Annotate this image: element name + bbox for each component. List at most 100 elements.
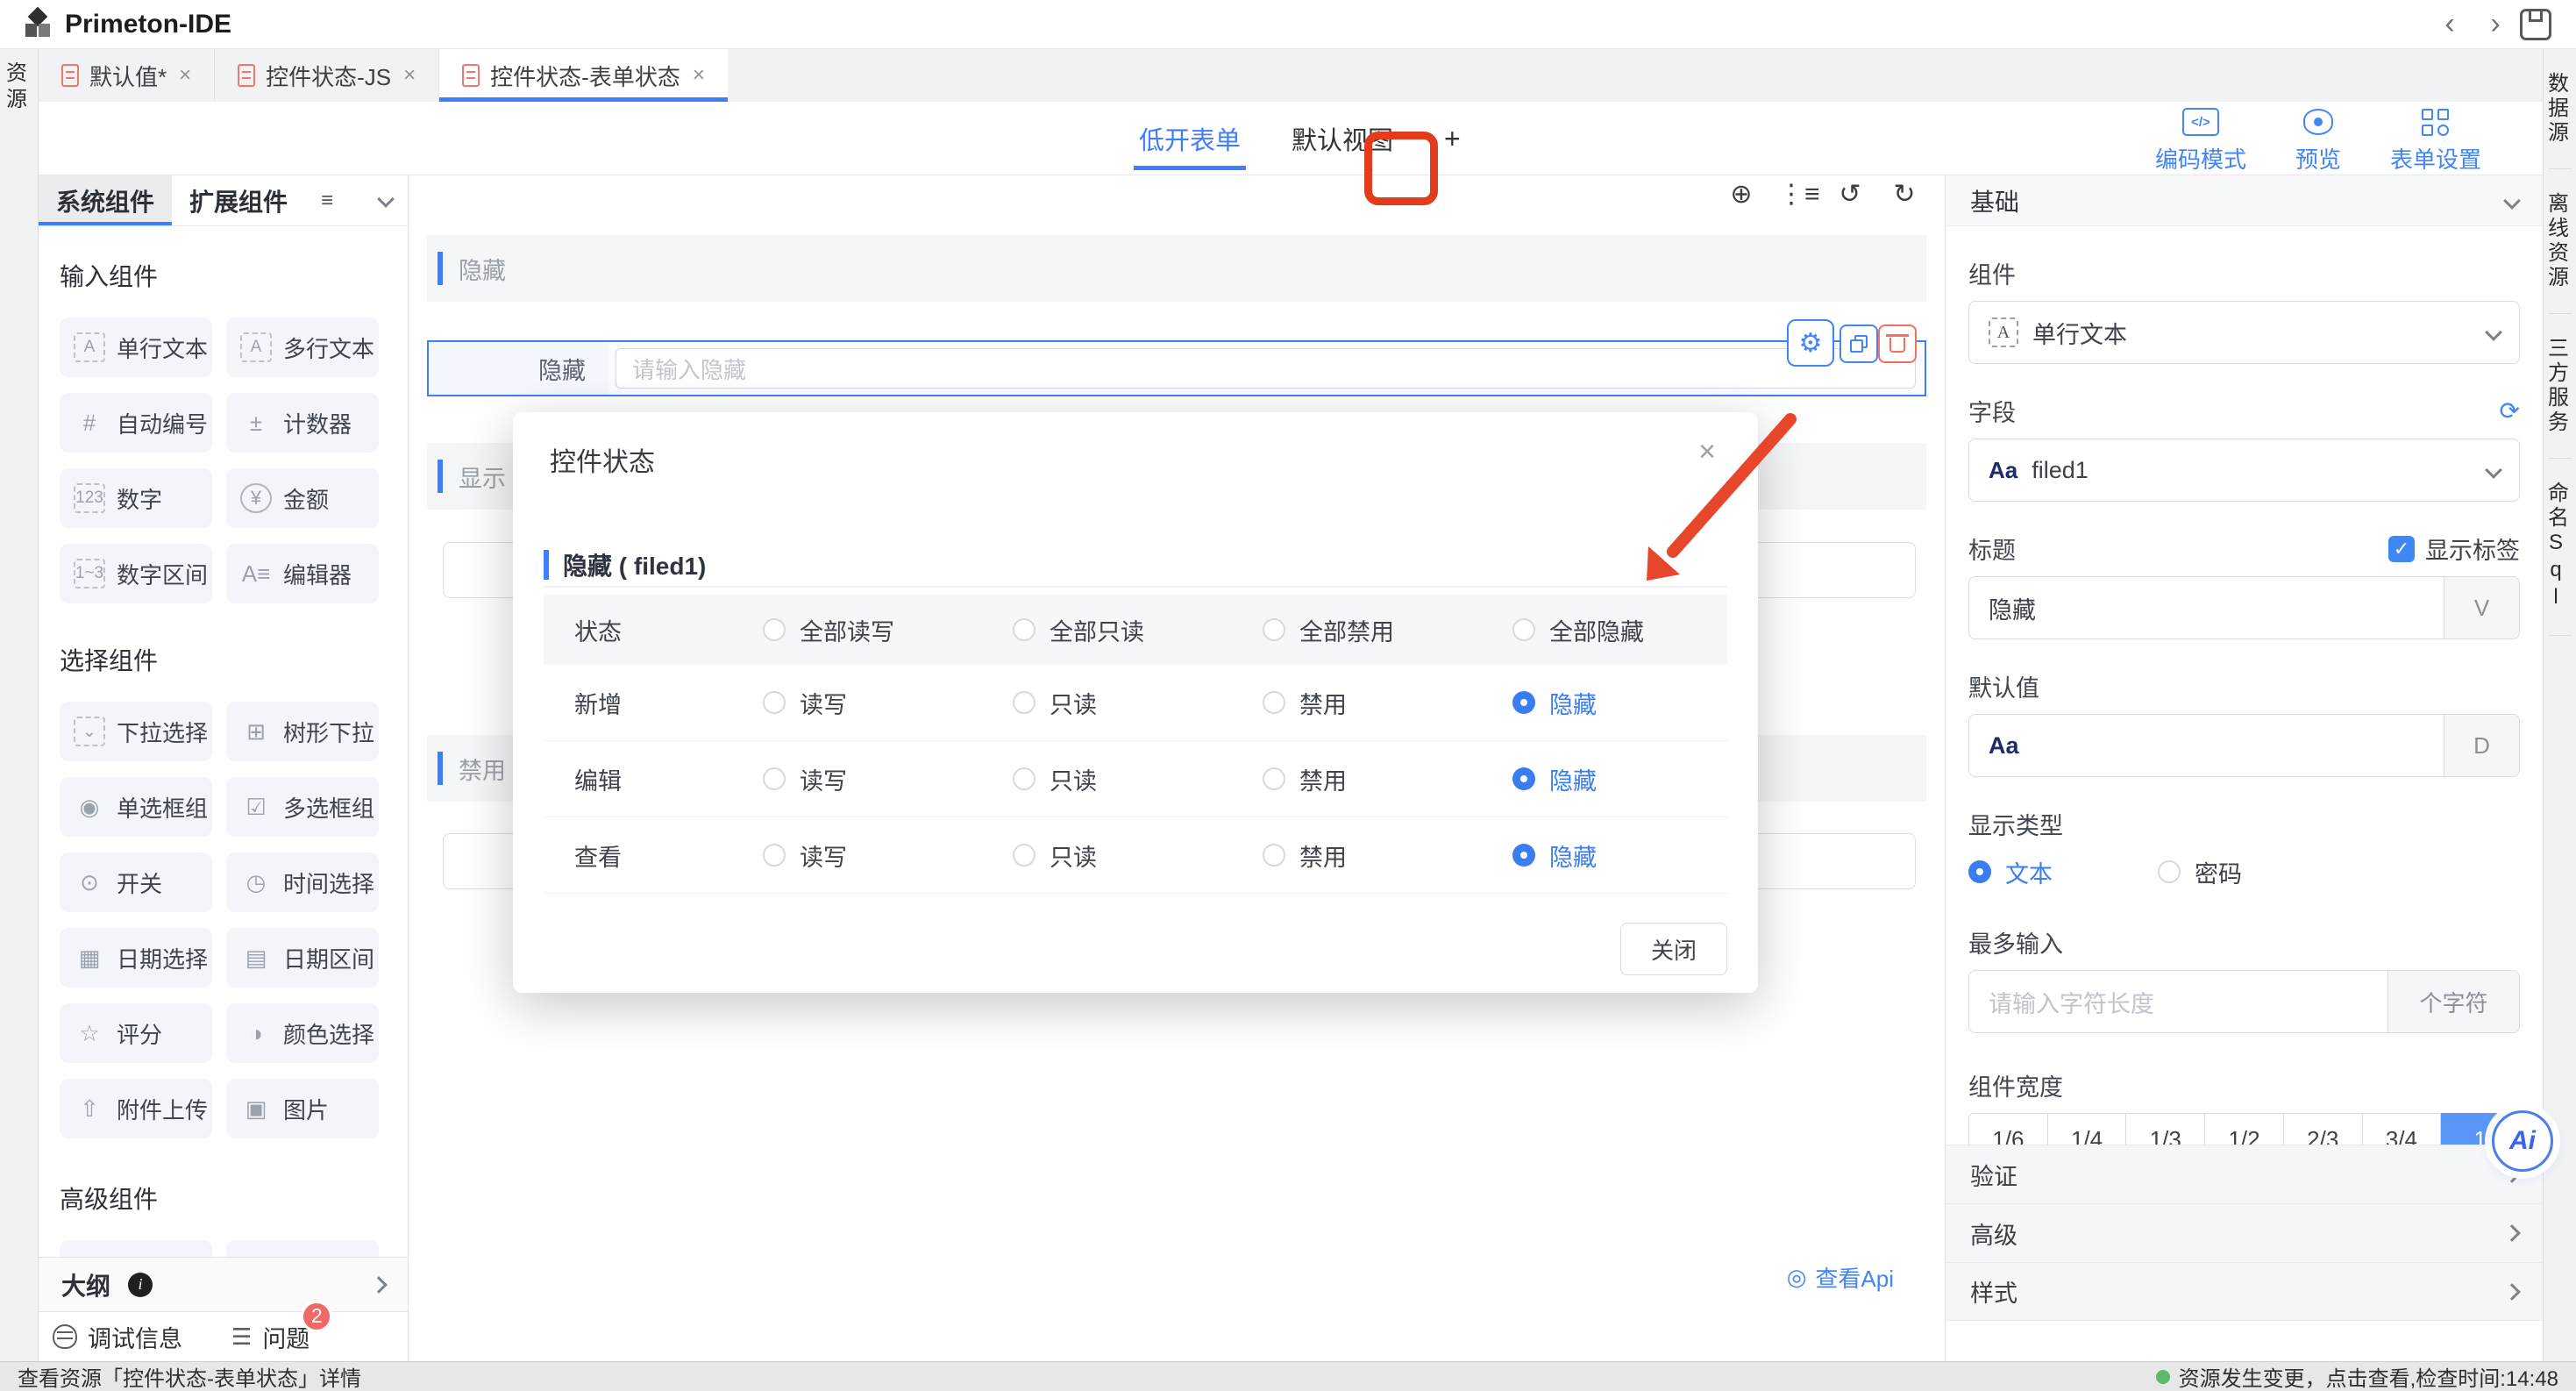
sync-icon[interactable]: ⟳ bbox=[2500, 396, 2520, 425]
header-option-全部读写[interactable]: 全部读写 bbox=[728, 613, 978, 647]
component-settings-button[interactable]: ⚙ bbox=[1787, 319, 1834, 367]
outline-bar[interactable]: 大纲 i bbox=[39, 1257, 408, 1312]
radio-icon[interactable] bbox=[1512, 691, 1535, 714]
palette-item-日期区间[interactable]: ▤日期区间 bbox=[226, 928, 379, 988]
nav-forward-icon[interactable]: › bbox=[2476, 7, 2515, 41]
option-查看-只读[interactable]: 只读 bbox=[978, 838, 1228, 873]
option-新增-读写[interactable]: 读写 bbox=[728, 686, 978, 720]
section-validation[interactable]: 验证 bbox=[1946, 1145, 2543, 1203]
palette-item-数字区间[interactable]: 1~3数字区间 bbox=[60, 544, 212, 603]
resources-rail-tab[interactable]: 资源 bbox=[9, 61, 30, 114]
title-addon-button[interactable]: V bbox=[2444, 577, 2519, 638]
inspector-section-basic[interactable]: 基础 bbox=[1946, 175, 2543, 226]
group-header-hidden[interactable]: 隐藏 bbox=[427, 235, 1926, 302]
option-新增-禁用[interactable]: 禁用 bbox=[1228, 686, 1477, 720]
save-icon[interactable] bbox=[2520, 9, 2551, 40]
close-icon[interactable]: × bbox=[693, 63, 705, 88]
view-tab[interactable]: 低开表单 bbox=[1139, 102, 1241, 175]
radio-icon[interactable] bbox=[1512, 618, 1535, 641]
file-tab[interactable]: 控件状态-表单状态× bbox=[439, 49, 728, 102]
selected-component-row[interactable]: 隐藏 请输入隐藏 bbox=[427, 340, 1926, 396]
option-编辑-禁用[interactable]: 禁用 bbox=[1228, 762, 1477, 796]
radio-icon[interactable] bbox=[1263, 844, 1285, 867]
title-input[interactable]: 隐藏 bbox=[1969, 591, 2444, 625]
palette-item-编辑器[interactable]: A≡编辑器 bbox=[226, 544, 379, 603]
palette-item-人员选择[interactable]: ○人员选择 bbox=[60, 1240, 212, 1257]
max-input-field[interactable]: 请输入字符长度 bbox=[1969, 985, 2387, 1019]
file-tab[interactable]: 控件状态-JS× bbox=[215, 49, 439, 102]
radio-icon[interactable] bbox=[763, 767, 786, 790]
option-新增-隐藏[interactable]: 隐藏 bbox=[1477, 686, 1727, 720]
palette-item-单选框组[interactable]: ◉单选框组 bbox=[60, 777, 212, 837]
palette-item-开关[interactable]: ⊙开关 bbox=[60, 852, 212, 912]
section-style[interactable]: 样式 bbox=[1946, 1262, 2543, 1321]
radio-icon[interactable] bbox=[1013, 618, 1035, 641]
radio-icon[interactable] bbox=[763, 844, 786, 867]
debug-info-button[interactable]: 调试信息 bbox=[53, 1320, 182, 1354]
header-option-全部禁用[interactable]: 全部禁用 bbox=[1228, 613, 1477, 647]
globe-icon[interactable]: ⊕ bbox=[1724, 179, 1759, 210]
palette-item-数字[interactable]: 123数字 bbox=[60, 468, 212, 528]
header-option-全部只读[interactable]: 全部只读 bbox=[978, 613, 1228, 647]
palette-item-日期选择[interactable]: ▦日期选择 bbox=[60, 928, 212, 988]
header-option-全部隐藏[interactable]: 全部隐藏 bbox=[1477, 613, 1727, 647]
radio-icon[interactable] bbox=[1263, 618, 1285, 641]
component-delete-button[interactable] bbox=[1878, 325, 1917, 363]
view-api-link[interactable]: ◎ 查看Api bbox=[1787, 1261, 1894, 1294]
palette-tab[interactable]: 系统组件 bbox=[39, 175, 172, 225]
component-copy-button[interactable] bbox=[1839, 325, 1878, 363]
palette-tab[interactable]: 扩展组件 bbox=[172, 175, 305, 225]
display-type-密码[interactable]: 密码 bbox=[2158, 855, 2242, 889]
palette-item-评分[interactable]: ☆评分 bbox=[60, 1003, 212, 1063]
file-tab[interactable]: 默认值*× bbox=[39, 49, 215, 102]
redo-icon[interactable]: ↻ bbox=[1887, 179, 1922, 210]
radio-icon[interactable] bbox=[1512, 844, 1535, 867]
add-view-button[interactable]: + bbox=[1444, 123, 1461, 155]
rail-tab-离线资源[interactable]: 离线资源 bbox=[2549, 169, 2572, 314]
problems-button[interactable]: ☰ 问题 2 bbox=[231, 1320, 310, 1354]
outline-config-icon[interactable]: ⋮≡ bbox=[1778, 179, 1813, 210]
option-查看-禁用[interactable]: 禁用 bbox=[1228, 838, 1477, 873]
view-tab[interactable]: 默认视图 bbox=[1292, 102, 1393, 175]
option-新增-只读[interactable]: 只读 bbox=[978, 686, 1228, 720]
option-编辑-只读[interactable]: 只读 bbox=[978, 762, 1228, 796]
radio-icon[interactable] bbox=[1013, 767, 1035, 790]
close-icon[interactable]: × bbox=[179, 63, 191, 88]
component-select[interactable]: A 单行文本 bbox=[1968, 301, 2520, 364]
option-编辑-隐藏[interactable]: 隐藏 bbox=[1477, 762, 1727, 796]
field-select[interactable]: Aa filed1 bbox=[1968, 439, 2520, 502]
rail-tab-数据源[interactable]: 数据源 bbox=[2549, 49, 2572, 169]
rail-tab-三方服务[interactable]: 三方服务 bbox=[2549, 314, 2572, 459]
show-label-checkbox[interactable]: ✓ 显示标签 bbox=[2388, 531, 2520, 566]
header-action-表单设置[interactable]: 表单设置 bbox=[2390, 107, 2481, 175]
close-icon[interactable]: × bbox=[1698, 435, 1716, 469]
radio-icon[interactable] bbox=[1512, 767, 1535, 790]
modal-close-button[interactable]: 关闭 bbox=[1620, 923, 1727, 975]
field-input[interactable]: 请输入隐藏 bbox=[616, 348, 1916, 389]
palette-list-icon[interactable]: ≡ bbox=[321, 189, 333, 213]
radio-icon[interactable] bbox=[1263, 767, 1285, 790]
palette-item-自动编号[interactable]: #自动编号 bbox=[60, 393, 212, 453]
palette-item-时间选择[interactable]: ◷时间选择 bbox=[226, 852, 379, 912]
display-type-文本[interactable]: 文本 bbox=[1968, 855, 2053, 889]
palette-item-多行文本[interactable]: A多行文本 bbox=[226, 317, 379, 377]
radio-icon[interactable] bbox=[763, 691, 786, 714]
palette-item-颜色选择[interactable]: ◑颜色选择 bbox=[226, 1003, 379, 1063]
palette-item-机构选择[interactable]: ⊥机构选择 bbox=[226, 1240, 379, 1257]
radio-icon[interactable] bbox=[763, 618, 786, 641]
undo-icon[interactable]: ↺ bbox=[1832, 179, 1868, 210]
option-编辑-读写[interactable]: 读写 bbox=[728, 762, 978, 796]
status-change-notice[interactable]: 资源发生变更，点击查看,检查时间:14:48 bbox=[2156, 1361, 2558, 1391]
option-查看-隐藏[interactable]: 隐藏 bbox=[1477, 838, 1727, 873]
palette-item-下拉选择[interactable]: ⌄下拉选择 bbox=[60, 702, 212, 761]
header-action-预览[interactable]: 预览 bbox=[2295, 107, 2341, 175]
palette-item-金额[interactable]: ¥金额 bbox=[226, 468, 379, 528]
palette-item-计数器[interactable]: ±计数器 bbox=[226, 393, 379, 453]
radio-icon[interactable] bbox=[1013, 691, 1035, 714]
radio-icon[interactable] bbox=[2158, 860, 2181, 883]
close-icon[interactable]: × bbox=[403, 63, 416, 88]
default-value-input[interactable]: Aa bbox=[1969, 732, 2444, 760]
ai-assistant-button[interactable]: Ai bbox=[2492, 1110, 2553, 1172]
palette-item-附件上传[interactable]: ⇧附件上传 bbox=[60, 1079, 212, 1138]
section-advanced[interactable]: 高级 bbox=[1946, 1203, 2543, 1262]
